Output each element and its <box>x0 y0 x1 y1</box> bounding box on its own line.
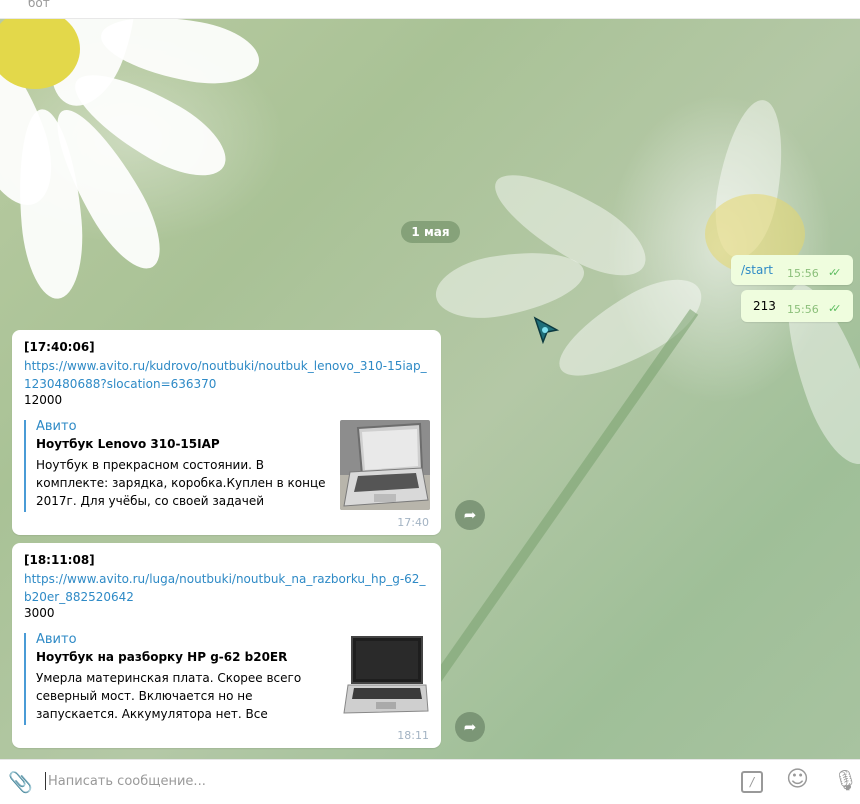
emoji-icon[interactable]: ☺ <box>786 767 809 792</box>
preview-thumbnail[interactable] <box>340 420 430 510</box>
chat-header: бот <box>0 0 860 19</box>
message-timestamp: [17:40:06] <box>24 340 95 354</box>
read-checks-icon: ✓✓ <box>828 266 842 279</box>
message-input[interactable] <box>48 770 648 792</box>
date-separator: 1 мая <box>401 221 460 243</box>
text-caret <box>45 772 46 790</box>
message-time: 15:56 <box>787 267 819 280</box>
outgoing-message[interactable]: /start 15:56 ✓✓ <box>731 255 853 285</box>
preview-description: Ноутбук в прекрасном состоянии. В компле… <box>36 458 326 508</box>
message-time: 18:11 <box>397 729 429 742</box>
outgoing-message[interactable]: 213 15:56 ✓✓ <box>741 290 853 322</box>
link-preview[interactable]: Авито Ноутбук Lenovo 310-15IAP Ноутбук в… <box>24 419 430 512</box>
listing-price: 3000 <box>24 606 55 620</box>
incoming-message[interactable]: [18:11:08] https://www.avito.ru/luga/nou… <box>12 543 441 748</box>
listing-link[interactable]: https://www.avito.ru/kudrovo/noutbuki/no… <box>24 357 429 393</box>
message-time: 15:56 <box>787 303 819 316</box>
message-text[interactable]: /start <box>741 263 773 277</box>
forward-icon[interactable]: ➦ <box>455 712 485 742</box>
message-text: 213 <box>753 299 776 313</box>
forward-icon[interactable]: ➦ <box>455 500 485 530</box>
laptop-photo-icon <box>340 420 430 510</box>
read-checks-icon: ✓✓ <box>828 302 842 315</box>
link-preview[interactable]: Авито Ноутбук на разборку HP g-62 b20ER … <box>24 632 430 725</box>
preview-title: Ноутбук на разборку HP g-62 b20ER <box>36 650 288 664</box>
preview-site-name: Авито <box>36 419 77 434</box>
bot-commands-icon[interactable]: / <box>741 771 763 793</box>
microphone-icon[interactable]: 🎙 <box>833 768 858 792</box>
preview-title: Ноутбук Lenovo 310-15IAP <box>36 437 220 451</box>
preview-site-name: Авито <box>36 632 77 647</box>
incoming-message[interactable]: [17:40:06] https://www.avito.ru/kudrovo/… <box>12 330 441 535</box>
preview-thumbnail[interactable] <box>340 633 430 723</box>
laptop-photo-icon <box>340 633 430 723</box>
listing-link[interactable]: https://www.avito.ru/luga/noutbuki/noutb… <box>24 570 429 606</box>
listing-price: 12000 <box>24 393 63 407</box>
paperclip-icon[interactable]: 📎 <box>8 770 33 794</box>
message-time: 17:40 <box>397 516 429 529</box>
preview-description: Умерла материнская плата. Скорее всего с… <box>36 671 302 721</box>
chat-status: бот <box>28 0 50 10</box>
message-composer: 📎 / ☺ 🎙 <box>0 759 860 804</box>
message-timestamp: [18:11:08] <box>24 553 95 567</box>
mouse-cursor-icon <box>533 316 561 347</box>
